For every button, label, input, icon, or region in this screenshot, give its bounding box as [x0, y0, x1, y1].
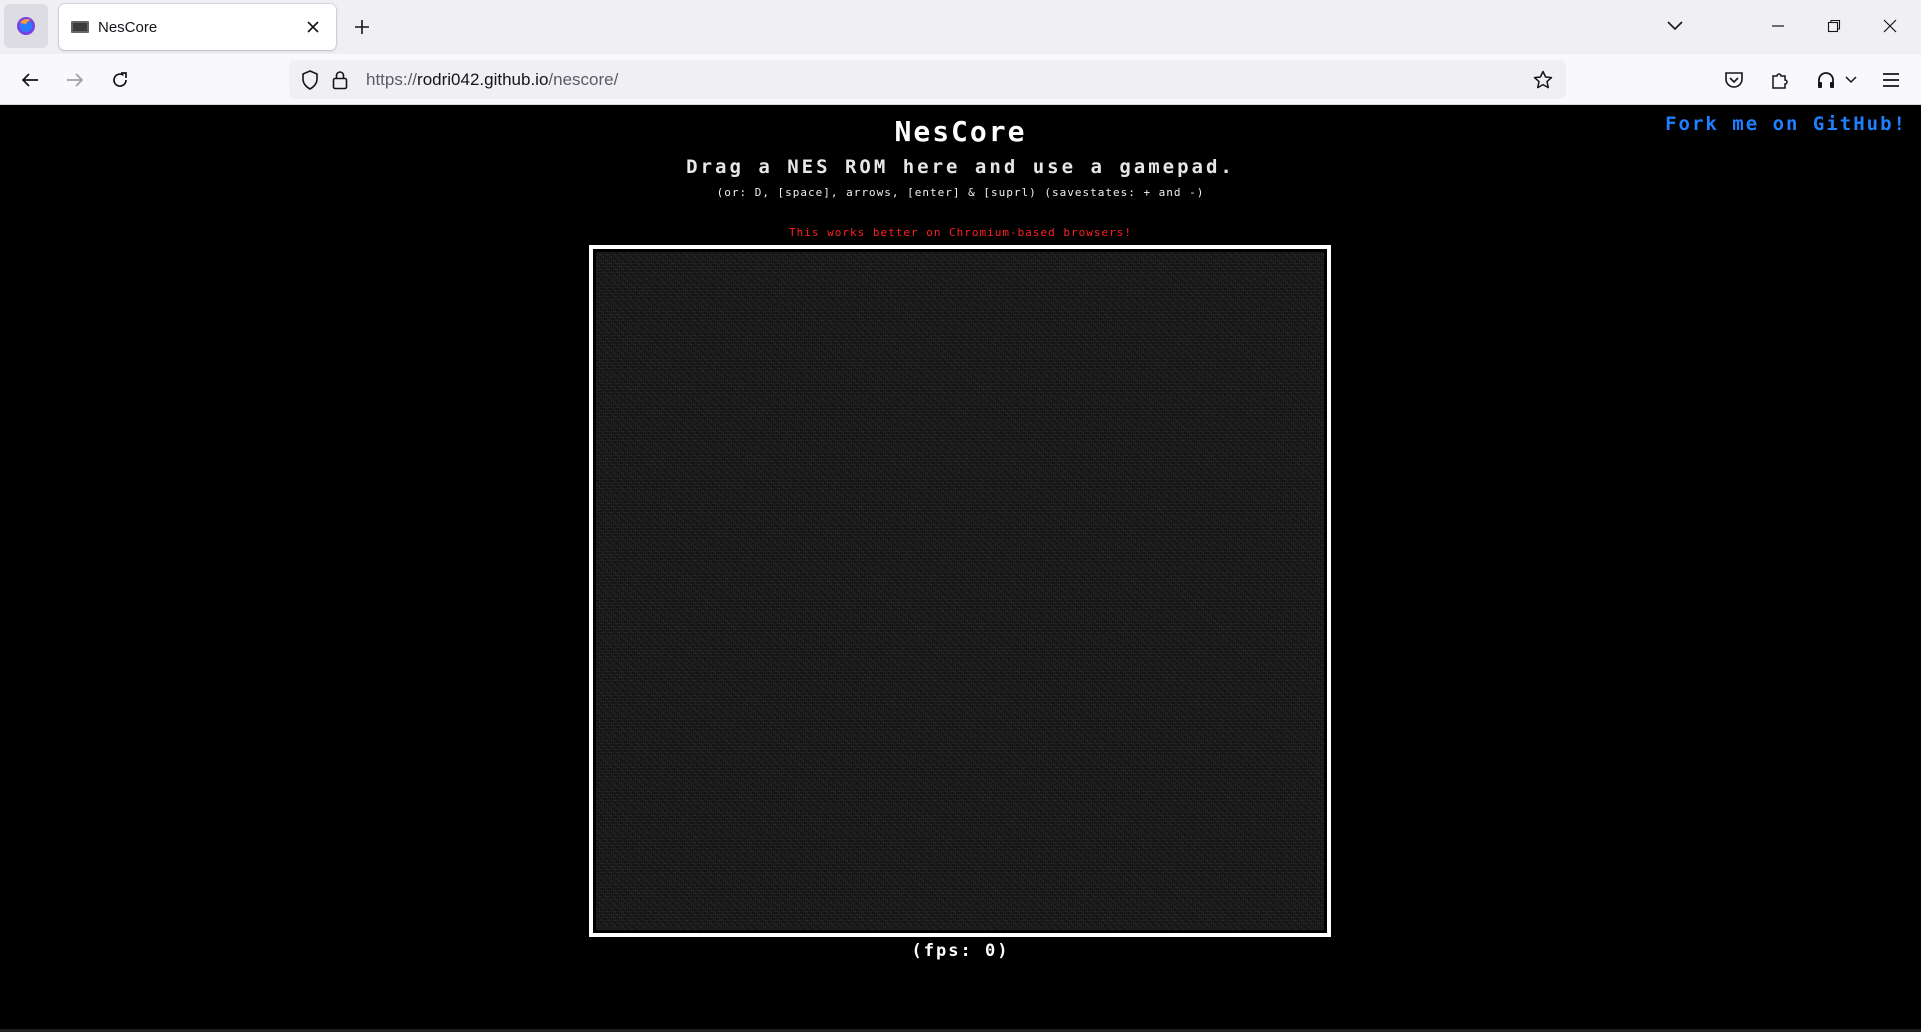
fps-counter: (fps: 0) — [911, 941, 1010, 961]
navigation-toolbar: https://rodri042.github.io/nescore/ — [0, 54, 1921, 105]
page-title: NesCore — [894, 115, 1027, 148]
page-content: Fork me on GitHub! NesCore Drag a NES RO… — [0, 105, 1921, 1032]
url-scheme: https:// — [366, 70, 418, 89]
extensions-button[interactable] — [1765, 65, 1795, 95]
hamburger-menu-icon — [1883, 73, 1899, 87]
pocket-button[interactable] — [1719, 65, 1749, 95]
back-button[interactable] — [15, 65, 45, 95]
headphones-icon — [1818, 72, 1834, 88]
chevron-down-icon — [1667, 21, 1683, 31]
emulator-screen-frame — [589, 245, 1331, 937]
url-host: rodri042.github.io — [417, 70, 549, 89]
page-subtitle: Drag a NES ROM here and use a gamepad. — [686, 156, 1235, 178]
emulator-canvas[interactable] — [596, 252, 1324, 930]
puzzle-icon — [1772, 73, 1788, 89]
new-tab-button[interactable] — [350, 12, 374, 42]
chevron-down-icon — [1845, 76, 1857, 84]
tab-title: NesCore — [98, 18, 158, 36]
minimize-button[interactable] — [1766, 14, 1790, 38]
tracking-protection-button[interactable] — [299, 69, 321, 91]
arrow-right-icon — [67, 73, 84, 87]
reload-button[interactable] — [105, 65, 135, 95]
close-window-button[interactable] — [1878, 14, 1902, 38]
pocket-icon — [1725, 72, 1743, 88]
controls-hint: (or: D, [space], arrows, [enter] & [supr… — [716, 186, 1205, 199]
plus-icon — [355, 20, 369, 34]
firefox-view-button[interactable] — [4, 4, 48, 48]
tab-bar: NesCore — [0, 0, 1921, 54]
lock-icon — [332, 71, 348, 90]
forward-button[interactable] — [60, 65, 90, 95]
restore-button[interactable] — [1822, 14, 1846, 38]
site-info-button[interactable] — [329, 69, 351, 91]
url-path: /nescore/ — [548, 70, 619, 89]
restore-icon — [1827, 19, 1841, 33]
extension-dropdown-button[interactable] — [1842, 65, 1860, 95]
nes-favicon-icon — [71, 21, 89, 33]
arrow-left-icon — [21, 73, 38, 87]
headphones-extension-button[interactable] — [1811, 65, 1841, 95]
firefox-icon — [17, 17, 35, 35]
url-text[interactable]: https://rodri042.github.io/nescore/ — [366, 70, 618, 90]
close-tab-button[interactable] — [302, 16, 324, 38]
browser-warning: This works better on Chromium-based brow… — [788, 226, 1132, 239]
close-icon — [307, 21, 319, 33]
tab-nescore[interactable]: NesCore — [59, 4, 336, 50]
app-menu-button[interactable] — [1876, 65, 1906, 95]
shield-icon — [302, 70, 318, 90]
reload-icon — [113, 72, 127, 87]
close-icon — [1883, 19, 1897, 33]
bookmark-button[interactable] — [1532, 69, 1554, 91]
star-icon — [1533, 70, 1553, 89]
list-all-tabs-button[interactable] — [1663, 14, 1687, 38]
minimize-icon — [1772, 25, 1784, 27]
url-bar[interactable]: https://rodri042.github.io/nescore/ — [289, 60, 1566, 99]
